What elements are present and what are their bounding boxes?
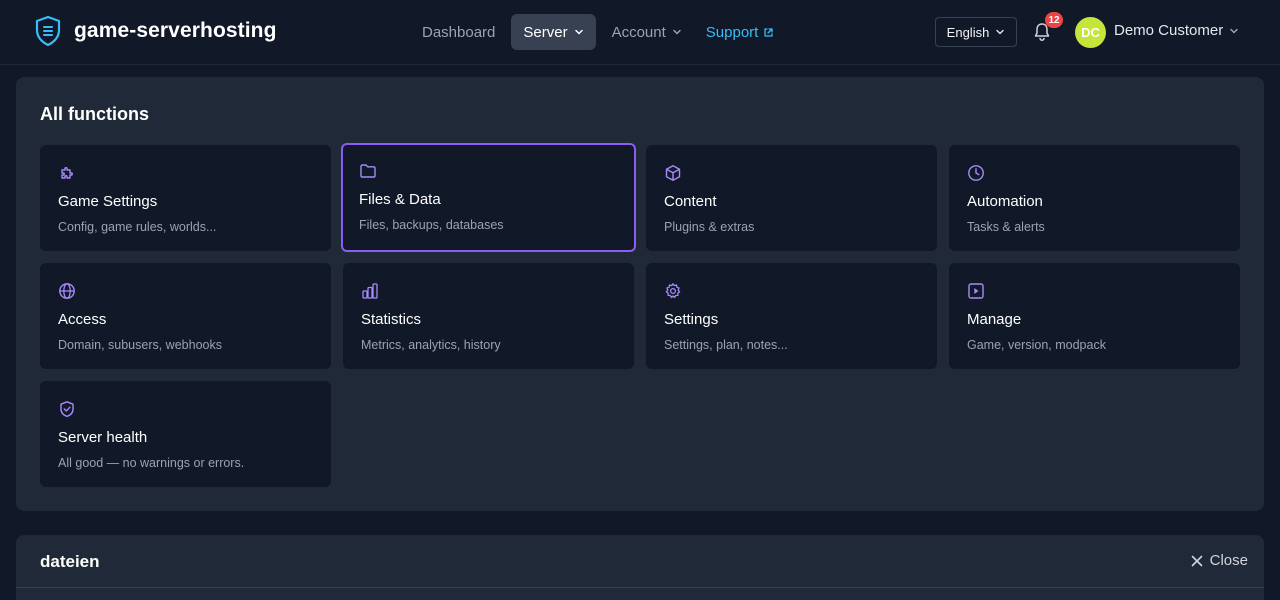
language-label: English [946,24,990,40]
play-square-icon [968,283,984,299]
tile-subtitle: All good — no warnings or errors. [58,456,245,470]
chevron-down-icon [1230,28,1238,33]
chevron-down-icon [673,29,681,35]
nav-support[interactable]: Support [694,14,787,50]
avatar[interactable]: DC [1075,17,1106,48]
nav-dashboard[interactable]: Dashboard [410,14,507,50]
tile-title: Server health [58,429,148,446]
shield-check-icon [60,401,74,418]
tile-title: Files & Data [359,191,441,208]
clock-icon [968,165,984,181]
tile-statistics[interactable]: Statistics Metrics, analytics, history [343,263,634,369]
user-name: Demo Customer [1114,22,1224,39]
files-panel-title: dateien [40,552,100,571]
panel-title: All functions [40,104,149,124]
close-icon [1191,555,1202,566]
folder-icon [360,164,376,178]
nav-account-label: Account [611,23,666,41]
close-label: Close [1209,552,1248,569]
tile-files-data[interactable]: Files & Data Files, backups, databases [341,143,636,252]
tile-subtitle: Tasks & alerts [967,220,1045,234]
tile-access[interactable]: Access Domain, subusers, webhooks [40,263,331,369]
tile-title: Automation [967,193,1043,210]
chevron-down-icon [574,29,583,35]
main-nav: Dashboard Server Account Support [410,14,786,50]
tile-game-settings[interactable]: Game Settings Config, game rules, worlds… [40,145,331,251]
divider [16,587,1264,588]
nav-server-label: Server [523,23,568,41]
external-link-icon [764,27,773,37]
box-icon [665,165,681,181]
puzzle-icon [61,167,73,179]
tile-subtitle: Game, version, modpack [967,338,1106,352]
files-panel: dateien Close [16,535,1264,600]
tile-settings[interactable]: Settings Settings, plan, notes... [646,263,937,369]
brand-logo[interactable]: game-serverhosting [35,16,277,46]
user-menu[interactable]: Demo Customer [1114,22,1239,39]
gear-icon [665,283,681,299]
tile-subtitle: Plugins & extras [664,220,755,234]
tile-title: Manage [967,311,1022,328]
tile-manage[interactable]: Manage Game, version, modpack [949,263,1240,369]
tile-subtitle: Settings, plan, notes... [664,338,788,352]
nav-dashboard-label: Dashboard [422,23,496,41]
chevron-down-icon [996,29,1005,35]
tile-subtitle: Config, game rules, worlds... [58,220,217,234]
brand-name: game-serverhosting [74,19,277,42]
notification-badge: 12 [1045,12,1063,28]
top-navigation-bar: game-serverhosting Dashboard Server Acco… [0,0,1280,65]
tile-title: Game Settings [58,193,158,210]
nav-support-label: Support [705,23,759,41]
tile-server-health[interactable]: Server health All good — no warnings or … [40,381,331,487]
all-functions-panel: All functions Game Settings Config, game… [16,77,1264,511]
tile-title: Settings [664,311,719,328]
shield-server-icon [35,16,61,46]
nav-account[interactable]: Account [600,14,694,50]
globe-icon [59,283,75,299]
tile-title: Access [58,311,107,328]
bar-chart-icon [362,283,378,299]
language-select[interactable]: English [935,17,1017,47]
tile-automation[interactable]: Automation Tasks & alerts [949,145,1240,251]
close-button[interactable]: Close [1191,552,1248,569]
tile-subtitle: Metrics, analytics, history [361,338,501,352]
tile-subtitle: Domain, subusers, webhooks [58,338,222,352]
tile-title: Statistics [361,311,422,328]
tile-content[interactable]: Content Plugins & extras [646,145,937,251]
tile-title: Content [664,193,717,210]
tile-subtitle: Files, backups, databases [359,218,504,232]
nav-server[interactable]: Server [511,14,596,50]
